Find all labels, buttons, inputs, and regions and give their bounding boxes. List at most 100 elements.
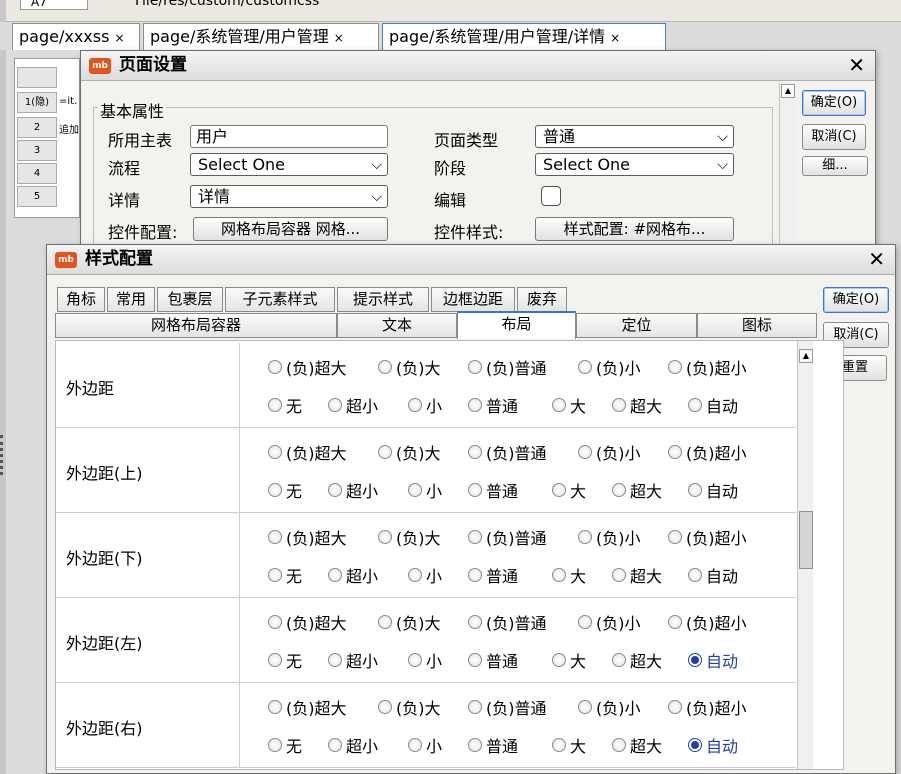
tab-hint-style[interactable]: 提示样式 (337, 287, 429, 312)
radio-option[interactable]: (负)大 (378, 525, 441, 549)
tab-user-management[interactable]: page/系统管理/用户管理 × (143, 23, 379, 50)
ok-button[interactable]: 确定(O) (823, 287, 889, 313)
radio-option[interactable]: 超小 (328, 393, 378, 417)
radio-option[interactable]: 大 (552, 478, 586, 502)
close-icon[interactable]: ✕ (868, 247, 885, 271)
cell[interactable]: =it. (59, 96, 79, 107)
radio-option[interactable]: (负)大 (378, 440, 441, 464)
radio-option[interactable]: 普通 (468, 733, 518, 757)
radio-option[interactable]: 超大 (612, 648, 662, 672)
radio-option[interactable]: 大 (552, 648, 586, 672)
cell-reference[interactable]: A7 (20, 0, 88, 10)
radio-option[interactable]: (负)小 (578, 440, 641, 464)
stage-select[interactable]: Select One ⌵ (535, 153, 734, 176)
tab-border-margin[interactable]: 边框边距 (431, 287, 515, 312)
radio-option[interactable]: 超小 (328, 563, 378, 587)
arrow-up-icon[interactable]: ▲ (799, 349, 813, 363)
radio-option[interactable]: (负)超小 (668, 525, 747, 549)
radio-option[interactable]: 无 (268, 648, 302, 672)
detail-select[interactable]: 详情 ⌵ (190, 185, 388, 208)
radio-option[interactable]: 超小 (328, 648, 378, 672)
radio-option[interactable]: (负)小 (578, 610, 641, 634)
radio-option[interactable]: 无 (268, 393, 302, 417)
radio-option[interactable]: 小 (408, 733, 442, 757)
tab-close-icon[interactable]: × (334, 31, 344, 45)
scrollbar-thumb[interactable] (799, 511, 813, 569)
cancel-button[interactable]: 取消(C) (802, 124, 866, 150)
radio-option[interactable]: 自动 (688, 478, 738, 502)
page-type-select[interactable]: 普通 ⌵ (535, 125, 734, 148)
page-dialog-scrollbar[interactable]: ▲ (779, 83, 795, 249)
radio-option[interactable]: 大 (552, 563, 586, 587)
radio-option[interactable]: (负)超小 (668, 695, 747, 719)
tab-text[interactable]: 文本 (337, 313, 457, 338)
tab-user-detail[interactable]: page/系统管理/用户管理/详情 × (382, 23, 666, 50)
row-header[interactable]: 3 (17, 140, 57, 161)
radio-option[interactable]: 超小 (328, 733, 378, 757)
radio-option[interactable]: (负)小 (578, 695, 641, 719)
radio-option[interactable]: (负)大 (378, 695, 441, 719)
radio-option[interactable]: (负)超大 (268, 355, 347, 379)
main-table-input[interactable]: 用户 (190, 125, 388, 148)
radio-option[interactable]: 无 (268, 478, 302, 502)
edit-checkbox[interactable] (541, 186, 561, 206)
radio-option[interactable]: 普通 (468, 563, 518, 587)
radio-option[interactable]: 小 (408, 478, 442, 502)
radio-option[interactable]: (负)普通 (468, 440, 547, 464)
radio-option[interactable]: (负)大 (378, 610, 441, 634)
radio-option[interactable]: 超大 (612, 393, 662, 417)
radio-option[interactable]: (负)大 (378, 355, 441, 379)
row-header[interactable]: 5 (17, 186, 57, 207)
radio-option[interactable]: (负)超小 (668, 355, 747, 379)
radio-option[interactable]: 无 (268, 733, 302, 757)
radio-option[interactable]: (负)超大 (268, 610, 347, 634)
radio-option[interactable]: 自动 (688, 733, 738, 757)
radio-option[interactable]: (负)普通 (468, 355, 547, 379)
radio-option[interactable]: 超大 (612, 733, 662, 757)
properties-scrollbar[interactable]: ▲ (797, 341, 813, 769)
row-header[interactable]: 4 (17, 163, 57, 184)
tab-wrapper[interactable]: 包裹层 (157, 287, 223, 312)
radio-option[interactable]: 普通 (468, 478, 518, 502)
radio-option[interactable]: (负)普通 (468, 525, 547, 549)
radio-option[interactable]: 超大 (612, 478, 662, 502)
radio-option[interactable]: 小 (408, 563, 442, 587)
radio-option[interactable]: 自动 (688, 648, 738, 672)
tab-page-xxxss[interactable]: page/xxxss × (12, 23, 140, 50)
radio-option[interactable]: 小 (408, 648, 442, 672)
tab-icon[interactable]: 图标 (697, 313, 817, 338)
radio-option[interactable]: (负)普通 (468, 695, 547, 719)
tab-common[interactable]: 常用 (107, 287, 155, 312)
radio-option[interactable]: (负)小 (578, 355, 641, 379)
radio-option[interactable]: (负)超大 (268, 695, 347, 719)
tab-layout[interactable]: 布局 (457, 311, 576, 339)
radio-option[interactable]: 无 (268, 563, 302, 587)
radio-option[interactable]: (负)超大 (268, 525, 347, 549)
radio-option[interactable]: (负)超大 (268, 440, 347, 464)
tab-child-style[interactable]: 子元素样式 (225, 287, 335, 312)
tab-grid-container[interactable]: 网格布局容器 (55, 313, 337, 338)
flow-select[interactable]: Select One ⌵ (190, 153, 388, 176)
row-header[interactable]: 1(隐) (17, 92, 57, 113)
radio-option[interactable]: (负)超小 (668, 610, 747, 634)
radio-option[interactable]: 普通 (468, 648, 518, 672)
tab-position[interactable]: 定位 (576, 313, 697, 338)
radio-option[interactable]: 普通 (468, 393, 518, 417)
radio-option[interactable]: (负)小 (578, 525, 641, 549)
tab-close-icon[interactable]: × (610, 31, 620, 45)
cell[interactable]: 追加 (59, 121, 79, 136)
arrow-up-icon[interactable]: ▲ (781, 84, 795, 98)
tab-badge[interactable]: 角标 (57, 287, 105, 312)
control-config-button[interactable]: 网格布局容器 网格... (193, 217, 388, 241)
radio-option[interactable]: 自动 (688, 393, 738, 417)
tab-close-icon[interactable]: × (114, 31, 124, 45)
radio-option[interactable]: (负)普通 (468, 610, 547, 634)
drag-handle-icon[interactable] (0, 435, 5, 475)
radio-option[interactable]: 大 (552, 733, 586, 757)
control-style-button[interactable]: 样式配置: #网格布... (535, 217, 734, 241)
detail-button[interactable]: 细... (802, 156, 868, 176)
radio-option[interactable]: (负)超小 (668, 440, 747, 464)
radio-option[interactable]: 超大 (612, 563, 662, 587)
radio-option[interactable]: 小 (408, 393, 442, 417)
radio-option[interactable]: 超小 (328, 478, 378, 502)
